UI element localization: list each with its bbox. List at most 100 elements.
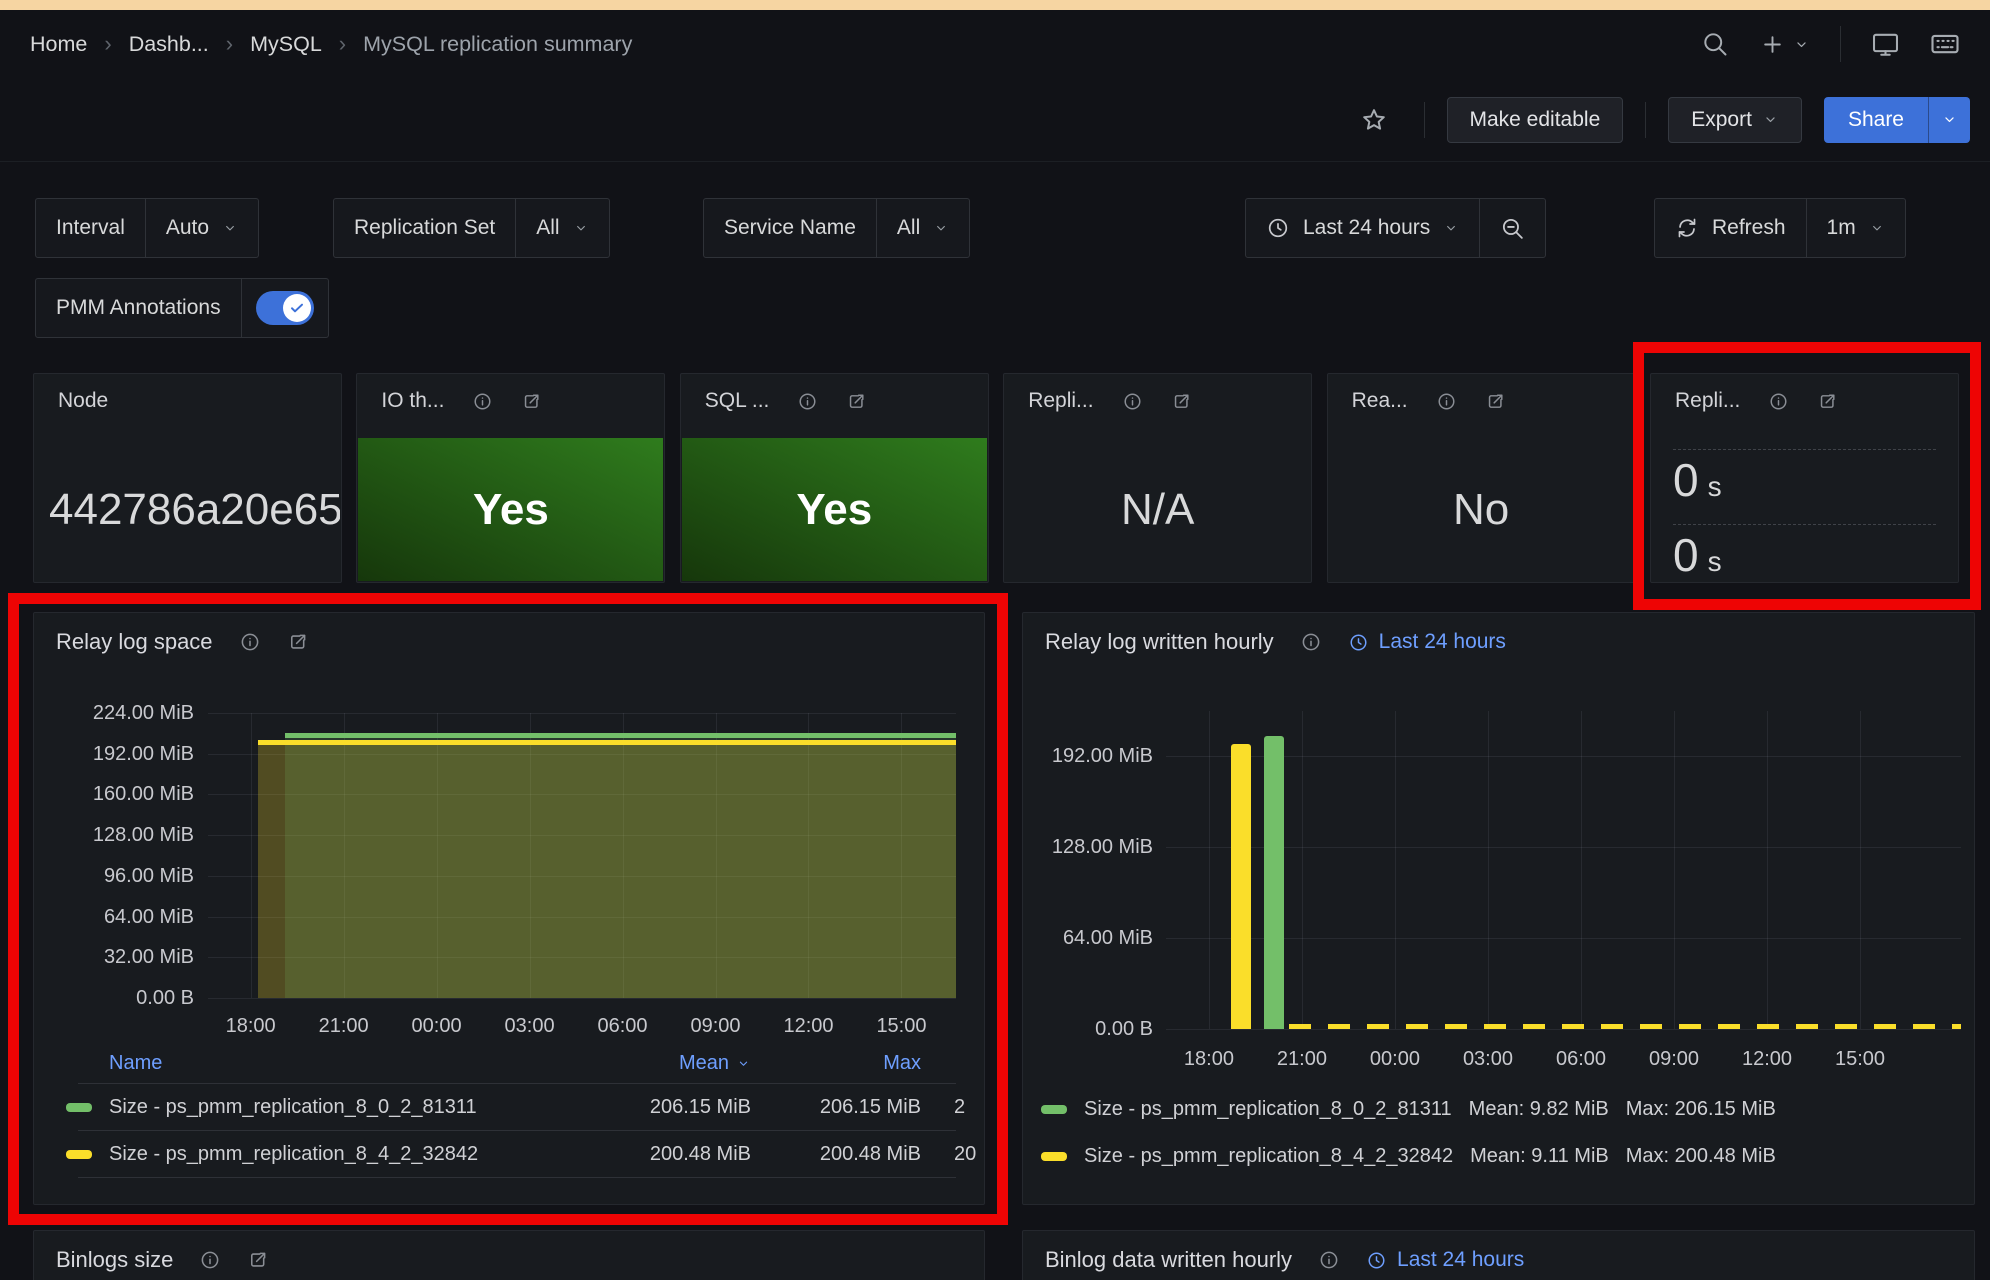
chevron-down-icon bbox=[1793, 36, 1810, 53]
stat-panel: Repli...0s0s bbox=[1650, 373, 1959, 583]
legend-series-name[interactable]: Size - ps_pmm_replication_8_4_2_32842 bbox=[1084, 1145, 1453, 1168]
x-axis-label: 00:00 bbox=[391, 1012, 483, 1040]
x-axis-label: 00:00 bbox=[1349, 1045, 1441, 1073]
stat-sub-value: 0s bbox=[1673, 524, 1936, 583]
stat-panels-row: Node442786a20e65IO th...YesSQL ...YesRep… bbox=[0, 373, 1990, 583]
series-area-green bbox=[285, 738, 956, 998]
stat-value-area: No bbox=[1329, 438, 1634, 581]
binlogs-size-panel: Binlogs size bbox=[33, 1230, 985, 1280]
chevron-down-icon bbox=[1443, 220, 1459, 236]
keyboard-icon[interactable] bbox=[1930, 29, 1960, 59]
external-link-icon[interactable] bbox=[846, 391, 867, 412]
interval-value: Auto bbox=[166, 216, 209, 240]
stat-value-area: Yes bbox=[682, 438, 987, 581]
monitor-icon[interactable] bbox=[1871, 30, 1900, 59]
bar-yellow bbox=[1231, 744, 1251, 1029]
share-split-button: Share bbox=[1824, 97, 1970, 143]
divider bbox=[1840, 26, 1841, 62]
legend-series-name[interactable]: Size - ps_pmm_replication_8_0_2_81311 bbox=[1084, 1098, 1452, 1121]
replication-set-select[interactable]: All bbox=[515, 199, 608, 257]
info-icon[interactable] bbox=[472, 391, 493, 412]
breadcrumb: Home›Dashb...›MySQL›MySQL replication su… bbox=[30, 31, 632, 57]
stat-sub-value: 0s bbox=[1673, 449, 1936, 513]
stat-panel-header: Node bbox=[34, 374, 341, 413]
x-axis-label: 12:00 bbox=[1721, 1045, 1813, 1073]
refresh-button[interactable]: Refresh bbox=[1655, 199, 1806, 257]
x-axis-label: 21:00 bbox=[298, 1012, 390, 1040]
info-icon[interactable] bbox=[1436, 391, 1457, 412]
y-axis-label: 128.00 MiB bbox=[34, 823, 194, 847]
info-icon[interactable] bbox=[199, 1249, 221, 1271]
share-button[interactable]: Share bbox=[1824, 97, 1928, 143]
legend-header-mean[interactable]: Mean bbox=[524, 1043, 751, 1084]
y-axis-label: 224.00 MiB bbox=[34, 701, 194, 725]
y-axis-label: 0.00 B bbox=[34, 986, 194, 1010]
x-axis-label: 06:00 bbox=[1535, 1045, 1627, 1073]
series-color-swatch bbox=[1041, 1152, 1067, 1161]
make-editable-button[interactable]: Make editable bbox=[1447, 97, 1624, 143]
legend-mean-value: Mean: 9.11 MiB bbox=[1470, 1145, 1609, 1168]
stat-value: Yes bbox=[796, 485, 872, 535]
info-icon[interactable] bbox=[1768, 391, 1789, 412]
external-link-icon[interactable] bbox=[247, 1249, 269, 1271]
external-link-icon[interactable] bbox=[1485, 391, 1506, 412]
legend-row: Size - ps_pmm_replication_8_0_2_81311206… bbox=[34, 1084, 984, 1131]
make-editable-label: Make editable bbox=[1470, 108, 1601, 132]
chevron-down-icon bbox=[933, 220, 949, 236]
external-link-icon[interactable] bbox=[521, 391, 542, 412]
breadcrumb-separator: › bbox=[226, 31, 233, 57]
breadcrumb-item[interactable]: MySQL bbox=[250, 32, 322, 57]
refresh-interval-select[interactable]: 1m bbox=[1806, 199, 1905, 257]
share-menu-button[interactable] bbox=[1928, 97, 1970, 143]
zoom-out-button[interactable] bbox=[1479, 199, 1545, 257]
chevron-down-icon bbox=[1869, 220, 1885, 236]
info-icon[interactable] bbox=[797, 391, 818, 412]
export-button[interactable]: Export bbox=[1668, 97, 1802, 143]
pmm-annotations-toggle-cell bbox=[241, 279, 328, 337]
external-link-icon[interactable] bbox=[1817, 391, 1838, 412]
panel-header: Binlog data written hourly Last 24 hours bbox=[1023, 1231, 1974, 1273]
breadcrumb-item[interactable]: Home bbox=[30, 32, 87, 57]
legend-series-name[interactable]: Size - ps_pmm_replication_8_4_2_32842 bbox=[109, 1131, 478, 1178]
series-line-yellow bbox=[258, 740, 956, 745]
stat-value: No bbox=[1453, 485, 1509, 535]
panel-time-override[interactable]: Last 24 hours bbox=[1366, 1248, 1524, 1272]
stat-panel: Rea...No bbox=[1327, 373, 1636, 583]
stat-value: N/A bbox=[1121, 485, 1194, 535]
pmm-annotations-toggle[interactable] bbox=[256, 291, 314, 325]
gridline-vertical bbox=[1395, 711, 1396, 1029]
info-icon[interactable] bbox=[1122, 391, 1143, 412]
panel-title: Binlogs size bbox=[56, 1247, 173, 1273]
gridline-horizontal bbox=[1166, 1029, 1961, 1030]
legend-header-name[interactable]: Name bbox=[109, 1043, 162, 1084]
legend-clipped-value: 20 bbox=[954, 1131, 976, 1178]
x-axis-label: 21:00 bbox=[1256, 1045, 1348, 1073]
pmm-annotations-label: PMM Annotations bbox=[36, 279, 241, 337]
legend-row: Size - ps_pmm_replication_8_4_2_32842 Mea… bbox=[1041, 1133, 1974, 1180]
legend-header-max[interactable]: Max bbox=[771, 1043, 921, 1084]
y-axis-label: 128.00 MiB bbox=[1023, 835, 1153, 859]
legend-series-name[interactable]: Size - ps_pmm_replication_8_0_2_81311 bbox=[109, 1084, 477, 1131]
time-range-button[interactable]: Last 24 hours bbox=[1246, 199, 1479, 257]
stat-panel-title: SQL ... bbox=[705, 389, 770, 413]
service-name-select[interactable]: All bbox=[876, 199, 969, 257]
legend-list: Size - ps_pmm_replication_8_0_2_81311 Mea… bbox=[1041, 1086, 1974, 1180]
breadcrumb-item[interactable]: Dashb... bbox=[129, 32, 209, 57]
stat-panel-title: Repli... bbox=[1028, 389, 1093, 413]
zoom-out-icon bbox=[1500, 216, 1525, 241]
info-icon[interactable] bbox=[1318, 1249, 1340, 1271]
interval-select[interactable]: Auto bbox=[145, 199, 258, 257]
search-icon[interactable] bbox=[1701, 30, 1729, 58]
star-icon[interactable] bbox=[1360, 106, 1388, 134]
sort-chevron-icon bbox=[736, 1056, 751, 1071]
y-axis-label: 192.00 MiB bbox=[34, 742, 194, 766]
gridline-vertical bbox=[1581, 711, 1582, 1029]
stat-panel-header: Repli... bbox=[1004, 374, 1311, 413]
external-link-icon[interactable] bbox=[1171, 391, 1192, 412]
add-button[interactable] bbox=[1759, 31, 1810, 58]
dashboard-actions-bar: Make editable Export Share bbox=[0, 78, 1990, 162]
share-label: Share bbox=[1848, 108, 1904, 132]
x-axis-label: 12:00 bbox=[762, 1012, 854, 1040]
service-name-variable: Service Name All bbox=[703, 198, 970, 258]
gridline-vertical bbox=[251, 713, 252, 998]
